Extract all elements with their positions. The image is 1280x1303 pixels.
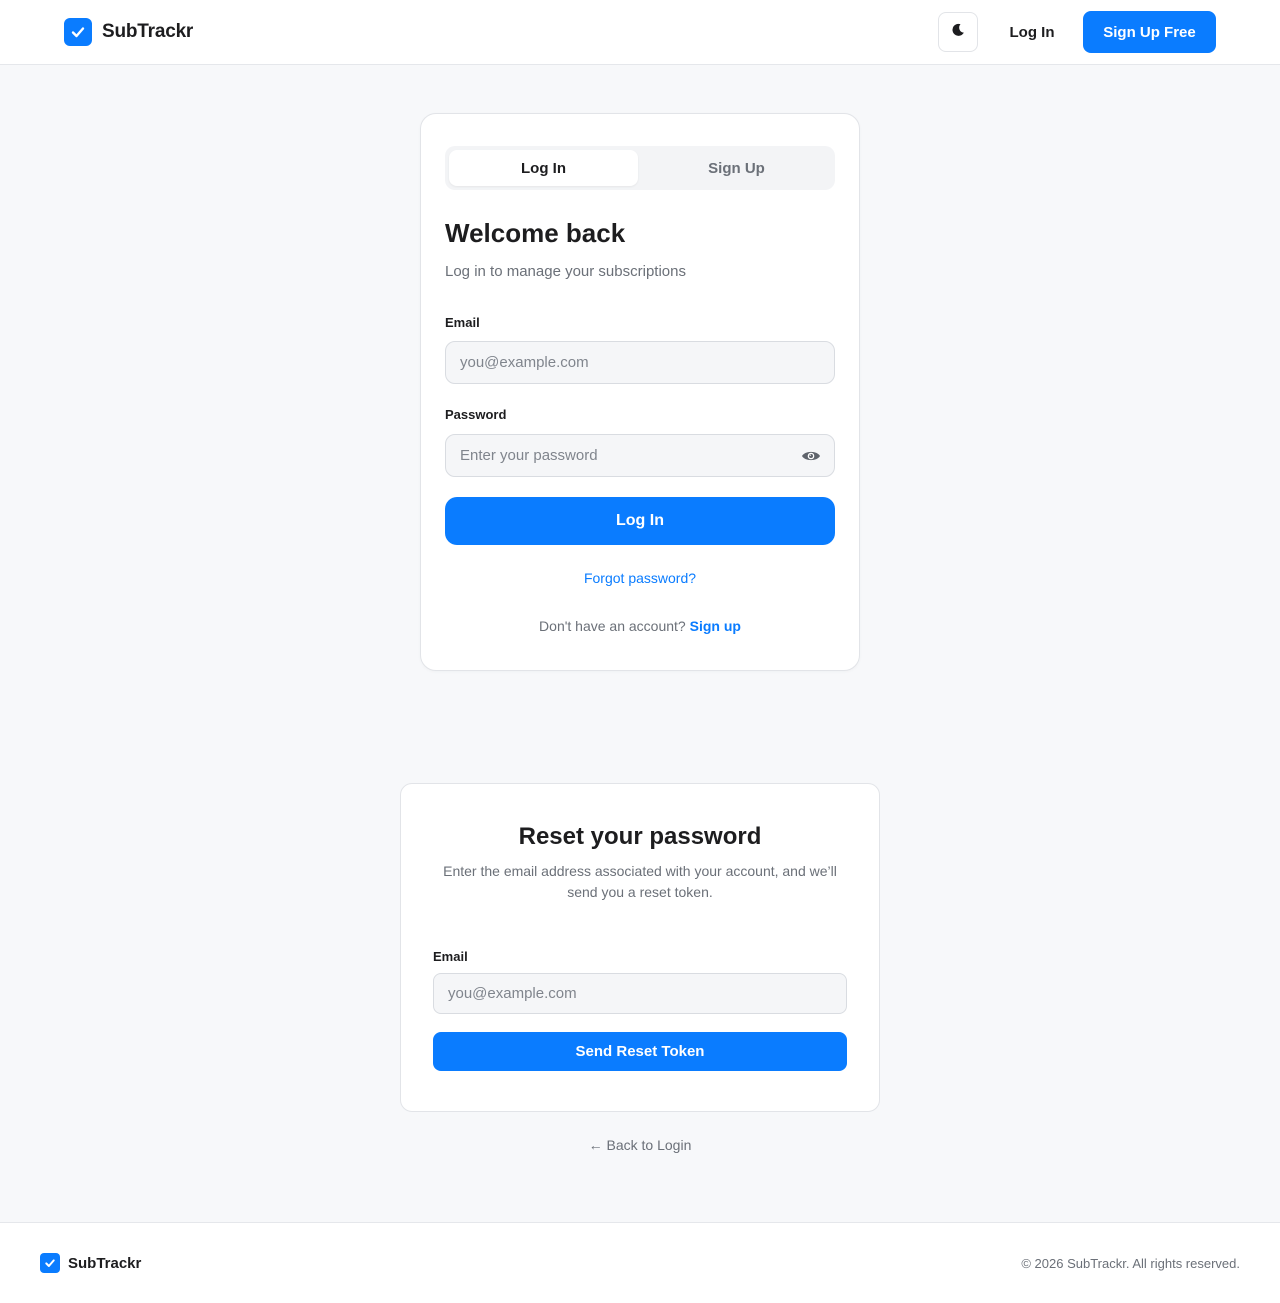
eye-icon[interactable] — [799, 446, 823, 466]
site-footer: SubTrackr © 2026 SubTrackr. All rights r… — [0, 1222, 1280, 1303]
site-header: SubTrackr Log In Sign Up Free — [0, 0, 1280, 65]
signup-prompt-text: Don't have an account? — [539, 618, 686, 634]
back-to-login-link[interactable]: ← Back to Login — [0, 1137, 1280, 1153]
reset-title: Reset your password — [518, 823, 762, 850]
theme-toggle-button[interactable] — [938, 12, 978, 52]
tab-signup[interactable]: Sign Up — [642, 150, 831, 186]
brand-name: SubTrackr — [102, 21, 194, 42]
page-title: Welcome back — [445, 218, 626, 248]
check-icon — [64, 18, 92, 46]
password-input[interactable] — [445, 434, 835, 477]
tab-login[interactable]: Log In — [449, 150, 638, 186]
send-reset-token-button[interactable]: Send Reset Token — [433, 1032, 847, 1071]
login-submit-button[interactable]: Log In — [445, 497, 835, 545]
header-signup-button[interactable]: Sign Up Free — [1083, 11, 1216, 53]
reset-email-label: Email — [433, 949, 468, 964]
signup-link[interactable]: Sign up — [690, 618, 741, 634]
copyright-text: © 2026 SubTrackr. All rights reserved. — [1021, 1256, 1240, 1271]
email-input[interactable] — [445, 341, 835, 384]
brand-logo[interactable]: SubTrackr — [64, 18, 193, 46]
header-login-button[interactable]: Log In — [995, 12, 1069, 52]
reset-description: Enter the email address associated with … — [443, 863, 837, 900]
password-label: Password — [445, 407, 507, 422]
login-card: Log In Sign Up Welcome back Log in to ma… — [420, 113, 860, 671]
footer-brand-name: SubTrackr — [68, 1254, 142, 1272]
forgot-password-link[interactable]: Forgot password? — [421, 570, 859, 586]
auth-tabs: Log In Sign Up — [445, 146, 835, 190]
signup-prompt: Don't have an account? Sign up — [421, 618, 859, 634]
check-icon — [40, 1253, 60, 1273]
page-subtitle: Log in to manage your subscriptions — [445, 263, 686, 280]
email-label: Email — [445, 315, 480, 330]
footer-brand[interactable]: SubTrackr — [40, 1253, 141, 1273]
reset-email-input[interactable] — [433, 973, 847, 1014]
reset-password-card: Reset your password Enter the email addr… — [400, 783, 880, 1112]
moon-icon — [950, 22, 966, 43]
